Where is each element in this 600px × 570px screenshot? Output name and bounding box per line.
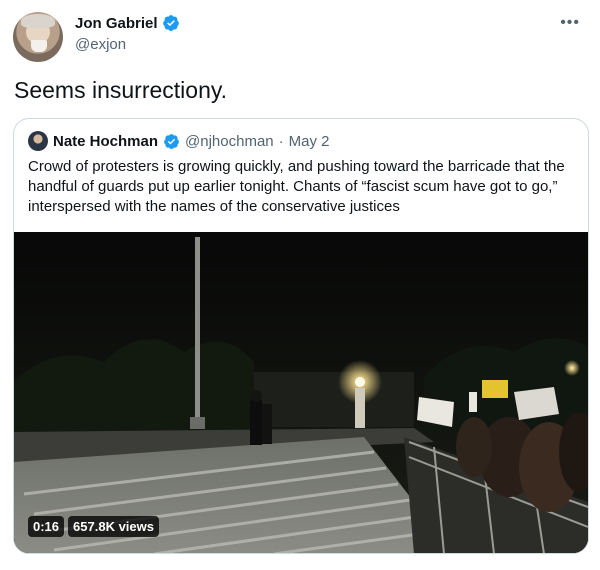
video-duration: 0:16 <box>28 516 65 537</box>
author-avatar[interactable] <box>13 12 63 62</box>
video-views: 657.8K views <box>68 516 159 537</box>
verified-badge-icon <box>164 133 179 149</box>
verified-badge-icon <box>162 15 179 31</box>
quoted-tweet-date[interactable]: May 2 <box>289 133 330 150</box>
author-handle[interactable]: @exjon <box>75 36 180 53</box>
separator-dot: · <box>278 132 284 150</box>
tweet-card: Jon Gabriel @exjon ••• Seems insurrectio… <box>0 0 600 570</box>
video-info: 0:16 657.8K views <box>28 516 159 537</box>
more-options-icon[interactable]: ••• <box>560 14 580 32</box>
quoted-tweet[interactable]: Nate Hochman @njhochman · May 2 Crowd of… <box>13 118 589 554</box>
tweet-text: Seems insurrectiony. <box>14 77 228 103</box>
author-display-name[interactable]: Jon Gabriel <box>75 15 158 32</box>
author-block: Jon Gabriel @exjon <box>75 14 180 53</box>
video-player[interactable]: 0:16 657.8K views <box>14 232 588 553</box>
video-frame <box>14 232 588 553</box>
quoted-author-handle: @njhochman <box>185 132 274 150</box>
quoted-tweet-header: Nate Hochman @njhochman · May 2 <box>28 131 330 151</box>
quoted-author-display-name: Nate Hochman <box>53 132 159 150</box>
quoted-tweet-text: Crowd of protesters is growing quickly, … <box>28 158 565 215</box>
quoted-author-avatar <box>28 131 48 151</box>
